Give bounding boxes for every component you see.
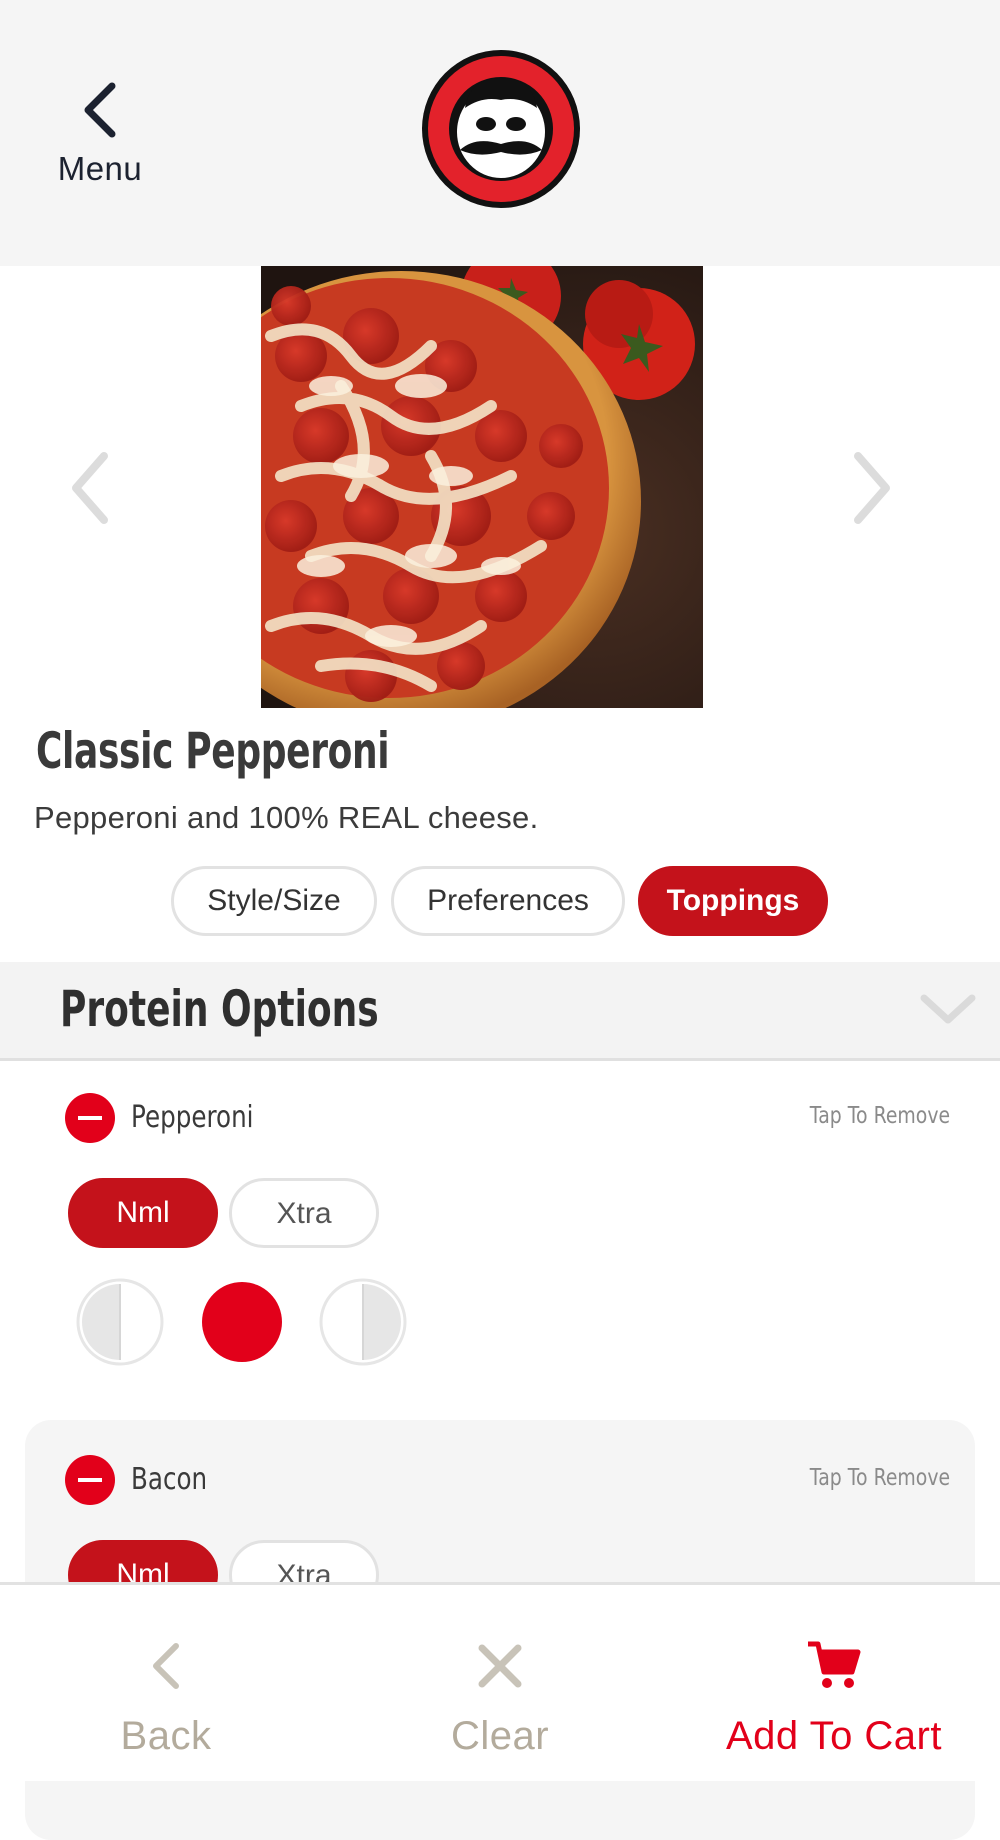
remove-bacon-button[interactable] [65, 1455, 115, 1505]
tab-style-size[interactable]: Style/Size [171, 866, 377, 936]
carousel-prev-button[interactable] [62, 448, 122, 528]
tap-to-remove-link[interactable]: Tap To Remove [810, 1103, 950, 1129]
whole-portion-icon[interactable] [198, 1278, 286, 1366]
tab-toppings[interactable]: Toppings [638, 866, 828, 936]
right-half-portion-icon[interactable] [319, 1278, 407, 1366]
x-icon [478, 1644, 522, 1688]
left-half-portion-icon[interactable] [76, 1278, 164, 1366]
back-to-menu-label: Menu [57, 150, 143, 187]
back-to-menu-button[interactable]: Menu [40, 80, 160, 210]
chevron-right-icon [854, 452, 890, 524]
add-to-cart-label: Add To Cart [726, 1714, 942, 1758]
topping-name: Pepperoni [131, 1100, 254, 1135]
back-button[interactable]: Back [16, 1640, 316, 1759]
brand-logo [420, 48, 582, 210]
product-title: Classic Pepperoni [36, 722, 390, 780]
chevron-left-icon [72, 452, 108, 524]
clear-button-label: Clear [450, 1714, 550, 1758]
chevron-left-icon [84, 82, 116, 138]
back-button-label: Back [120, 1714, 212, 1758]
remove-pepperoni-button[interactable] [65, 1093, 115, 1143]
chevron-down-icon[interactable] [918, 990, 978, 1030]
section-title: Protein Options [60, 980, 379, 1038]
carousel-next-button[interactable] [840, 448, 900, 528]
product-description: Pepperoni and 100% REAL cheese. [34, 800, 539, 835]
add-to-cart-button[interactable]: Add To Cart [684, 1640, 984, 1759]
topping-name: Bacon [131, 1462, 208, 1497]
amount-normal-button[interactable]: Nml [68, 1178, 218, 1248]
product-image [261, 266, 703, 708]
amount-extra-button[interactable]: Xtra [229, 1178, 379, 1248]
cart-icon [808, 1641, 861, 1688]
clear-button[interactable]: Clear [350, 1640, 650, 1759]
tap-to-remove-link[interactable]: Tap To Remove [810, 1465, 950, 1491]
tab-preferences[interactable]: Preferences [391, 866, 625, 936]
chevron-left-icon [153, 1643, 179, 1689]
